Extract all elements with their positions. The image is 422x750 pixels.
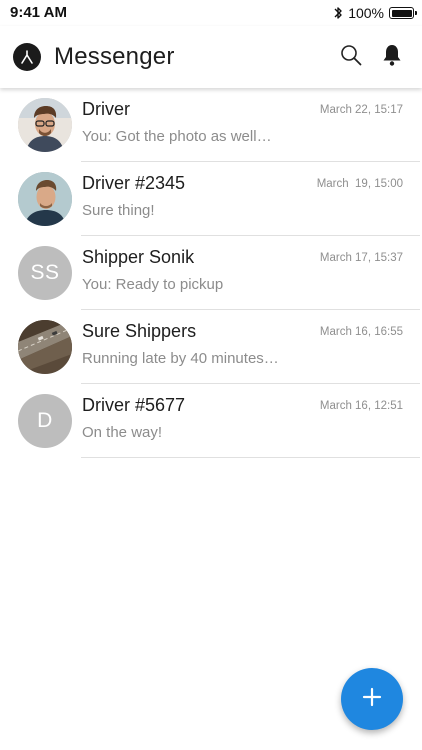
search-icon bbox=[339, 43, 363, 72]
page-title: Messenger bbox=[54, 43, 175, 70]
message-preview: Sure thing! bbox=[82, 202, 155, 219]
app-header: Messenger bbox=[0, 26, 422, 88]
avatar bbox=[18, 98, 72, 152]
contact-name: Driver #2345 bbox=[82, 173, 186, 193]
notifications-button[interactable] bbox=[376, 41, 408, 73]
conversation-list: Driver You: Got the photo as well… March… bbox=[0, 88, 422, 458]
contact-name: Sure Shippers bbox=[82, 321, 197, 341]
battery-level bbox=[391, 9, 412, 17]
message-timestamp: March 16, 16:55 bbox=[319, 326, 403, 338]
message-timestamp: March 19, 15:00 bbox=[316, 178, 403, 190]
avatar-photo bbox=[18, 172, 72, 226]
message-preview: Running late by 40 minutes… bbox=[82, 350, 279, 367]
search-button[interactable] bbox=[335, 41, 367, 73]
conversation-row[interactable]: SS Shipper Sonik You: Ready to pickup Ma… bbox=[0, 236, 422, 310]
avatar bbox=[18, 172, 72, 226]
bluetooth-icon bbox=[333, 5, 343, 21]
message-timestamp: March 22, 15:17 bbox=[319, 104, 403, 116]
contact-name: Driver bbox=[82, 99, 130, 119]
avatar-initials: SS bbox=[30, 261, 60, 284]
message-preview: You: Ready to pickup bbox=[82, 276, 224, 293]
status-time: 9:41 AM bbox=[10, 4, 67, 21]
status-indicators: 100% bbox=[333, 4, 417, 22]
conversation-row[interactable]: Sure Shippers Running late by 40 minutes… bbox=[0, 310, 422, 384]
avatar: D bbox=[18, 394, 72, 448]
plus-icon bbox=[361, 686, 383, 713]
conversation-row[interactable]: D Driver #5677 On the way! March 16, 12:… bbox=[0, 384, 422, 458]
message-preview: On the way! bbox=[82, 424, 163, 441]
row-divider bbox=[81, 457, 420, 458]
app-logo-icon bbox=[13, 43, 41, 71]
new-message-button[interactable] bbox=[341, 668, 403, 730]
battery-icon bbox=[389, 7, 417, 19]
contact-name: Shipper Sonik bbox=[82, 247, 195, 267]
bell-icon bbox=[381, 43, 403, 72]
avatar-initials: D bbox=[37, 409, 53, 432]
status-bar: 9:41 AM 100% bbox=[0, 0, 422, 26]
message-timestamp: March 17, 15:37 bbox=[319, 252, 403, 264]
contact-name: Driver #5677 bbox=[82, 395, 186, 415]
message-timestamp: March 16, 12:51 bbox=[319, 400, 403, 412]
avatar-photo bbox=[18, 320, 72, 374]
conversation-row[interactable]: Driver You: Got the photo as well… March… bbox=[0, 88, 422, 162]
battery-percent: 100% bbox=[348, 5, 384, 21]
avatar bbox=[18, 320, 72, 374]
avatar: SS bbox=[18, 246, 72, 300]
avatar-photo bbox=[18, 98, 72, 152]
conversation-row[interactable]: Driver #2345 Sure thing! March 19, 15:00 bbox=[0, 162, 422, 236]
message-preview: You: Got the photo as well… bbox=[82, 128, 272, 145]
